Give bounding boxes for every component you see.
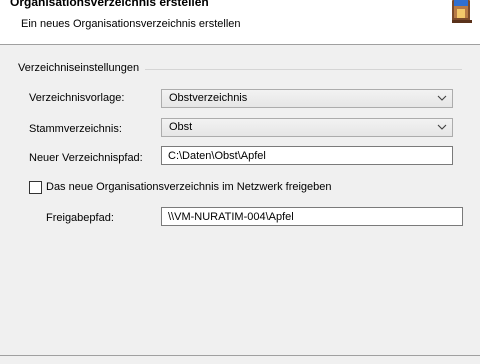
chevron-down-icon [437, 95, 447, 101]
template-label: Verzeichnisvorlage: [29, 92, 125, 104]
directory-settings-group-label: Verzeichniseinstellungen [18, 62, 146, 74]
root-directory-dropdown-value: Obst [169, 121, 193, 133]
header-separator [0, 44, 480, 45]
new-path-label: Neuer Verzeichnispfad: [29, 152, 143, 164]
wizard-title: Organisationsverzeichnis erstellen [10, 0, 209, 9]
share-path-field[interactable] [161, 207, 463, 226]
new-path-field[interactable] [161, 146, 453, 165]
share-checkbox[interactable] [29, 181, 42, 194]
share-checkbox-label[interactable]: Das neue Organisationsverzeichnis im Net… [46, 181, 332, 193]
share-path-label: Freigabepfad: [46, 212, 114, 224]
group-divider [140, 69, 462, 70]
root-directory-label: Stammverzeichnis: [29, 123, 122, 135]
new-path-input[interactable] [162, 147, 452, 164]
footer-separator [0, 355, 480, 356]
wizard-icon [452, 0, 472, 23]
template-dropdown[interactable]: Obstverzeichnis [161, 89, 453, 108]
wizard-header: Organisationsverzeichnis erstellen Ein n… [0, 0, 480, 44]
template-dropdown-value: Obstverzeichnis [169, 92, 248, 104]
wizard-subtitle: Ein neues Organisationsverzeichnis erste… [21, 18, 241, 30]
share-path-input[interactable] [162, 208, 462, 225]
chevron-down-icon [437, 124, 447, 130]
root-directory-dropdown[interactable]: Obst [161, 118, 453, 137]
